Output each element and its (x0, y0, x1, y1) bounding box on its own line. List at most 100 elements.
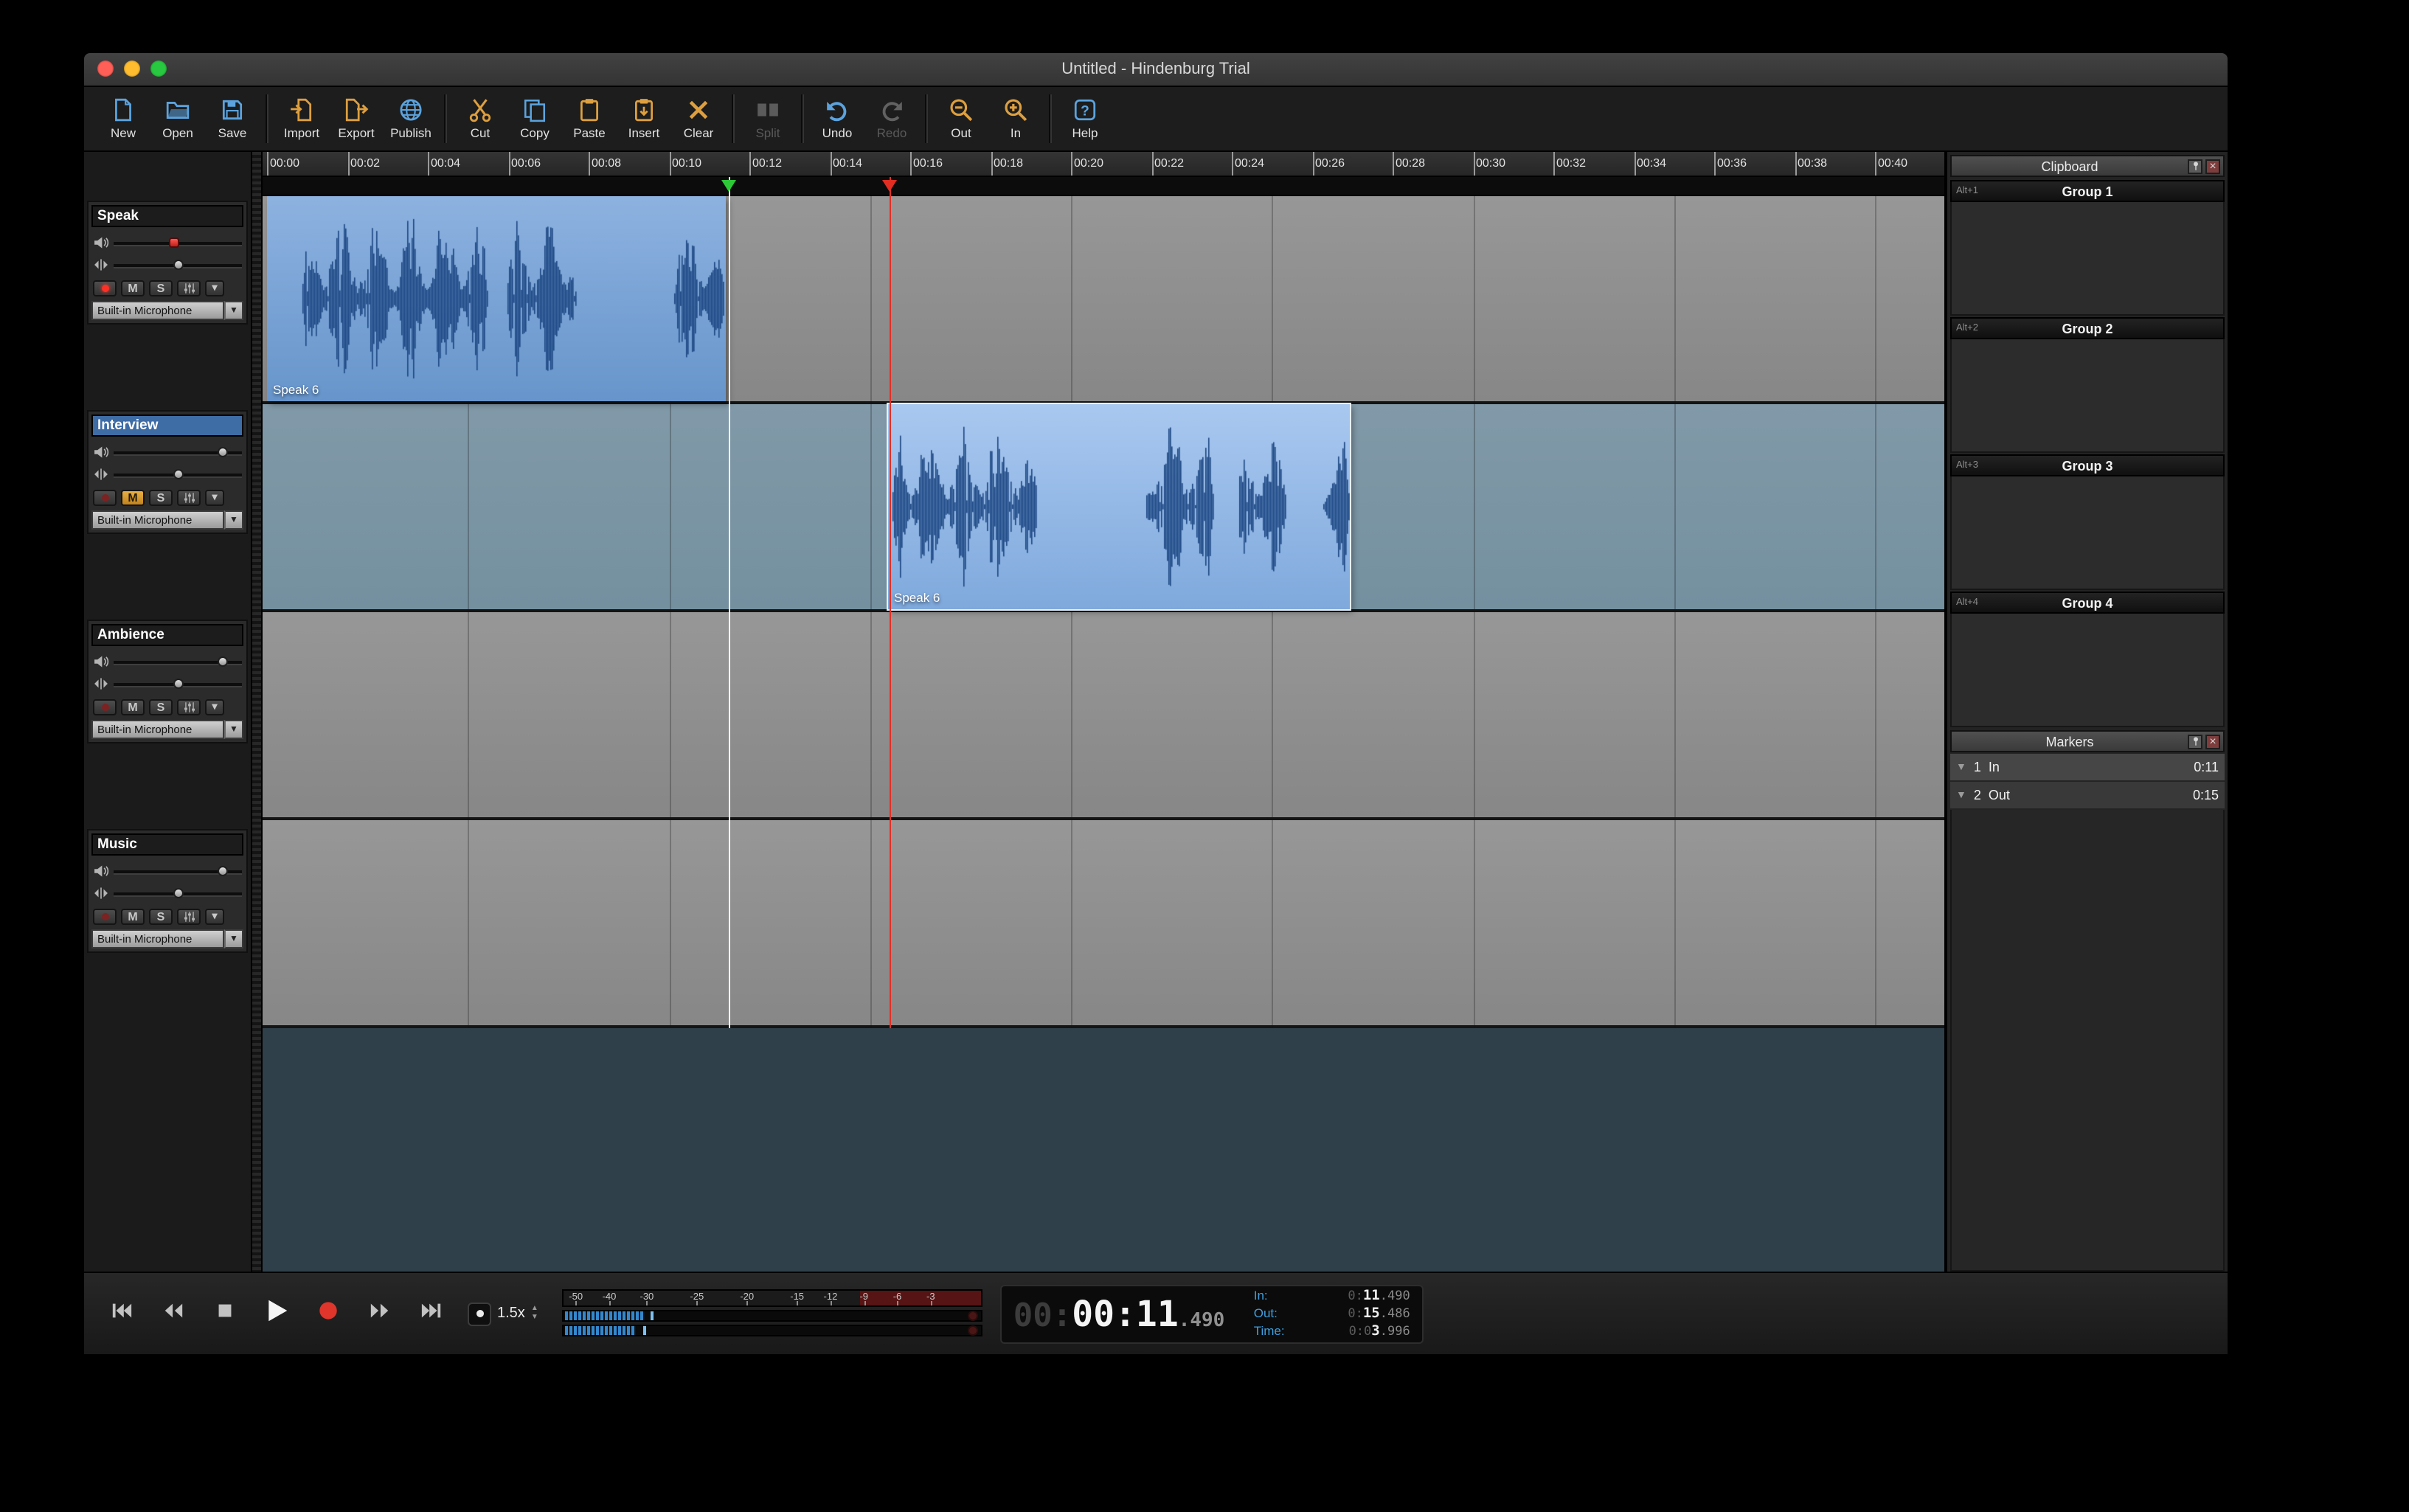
eq-button[interactable] (177, 280, 201, 296)
clipboard-group-body[interactable] (1950, 614, 2225, 727)
track-lane-speak[interactable]: Speak 6 (263, 196, 1944, 404)
marker-row[interactable]: ▼ 2 Out 0:15 (1950, 782, 2225, 810)
input-device-select[interactable]: Built-in Microphone ▼ (91, 510, 243, 530)
in-marker-icon[interactable] (721, 180, 737, 192)
volume-thumb[interactable] (217, 656, 228, 667)
timeline-area[interactable]: 00:00 00:02 00:04 00:06 00:08 00:10 00:1… (263, 152, 1944, 1272)
minimize-window-button[interactable] (124, 60, 140, 77)
toolbar-redo-button[interactable]: Redo (864, 89, 919, 149)
stepper-down-icon[interactable]: ▼ (531, 1314, 538, 1322)
pan-thumb[interactable] (173, 260, 183, 270)
track-name-label[interactable]: Interview (91, 415, 243, 437)
volume-thumb[interactable] (168, 237, 179, 248)
clipboard-group-header[interactable]: Alt+2 Group 2 (1950, 317, 2225, 339)
volume-slider[interactable] (114, 863, 242, 879)
track-lane-interview[interactable]: Speak 6 (263, 403, 1944, 612)
zoom-window-button[interactable] (150, 60, 167, 77)
time-ruler[interactable]: 00:00 00:02 00:04 00:06 00:08 00:10 00:1… (263, 152, 1944, 177)
pin-icon[interactable] (2188, 734, 2202, 749)
clipboard-group-header[interactable]: Alt+1 Group 1 (1950, 180, 2225, 202)
solo-button[interactable]: S (149, 280, 173, 296)
record-button[interactable] (311, 1297, 344, 1330)
pan-thumb[interactable] (173, 469, 183, 479)
disclosure-icon[interactable]: ▼ (1956, 762, 1966, 772)
marker-lane[interactable] (263, 177, 1944, 196)
speed-stepper[interactable]: ▲ ▼ (531, 1305, 538, 1322)
toolbar-export-button[interactable]: Export (329, 89, 384, 149)
toolbar-open-button[interactable]: Open (150, 89, 205, 149)
track-name-label[interactable]: Music (91, 833, 243, 856)
eq-button[interactable] (177, 908, 201, 924)
titlebar[interactable]: Untitled - Hindenburg Trial (84, 53, 2228, 87)
disclosure-icon[interactable]: ▼ (1956, 790, 1966, 800)
record-arm-button[interactable] (93, 908, 117, 924)
mute-button[interactable]: M (121, 908, 145, 924)
pan-thumb[interactable] (173, 679, 183, 689)
stop-button[interactable] (208, 1297, 240, 1330)
pan-slider[interactable] (114, 466, 242, 482)
pan-slider[interactable] (114, 885, 242, 901)
track-lane-music[interactable] (263, 820, 1944, 1028)
fast-forward-button[interactable] (363, 1297, 395, 1330)
toolbar-out-button[interactable]: Out (934, 89, 988, 149)
close-window-button[interactable] (97, 60, 114, 77)
volume-thumb[interactable] (217, 866, 228, 876)
toolbar-in-button[interactable]: In (988, 89, 1043, 149)
toolbar-paste-button[interactable]: Paste (562, 89, 617, 149)
pan-thumb[interactable] (173, 888, 183, 898)
play-button[interactable] (260, 1297, 292, 1330)
toolbar-new-button[interactable]: New (96, 89, 150, 149)
volume-slider[interactable] (114, 235, 242, 251)
go-to-end-button[interactable] (415, 1297, 447, 1330)
playhead-line[interactable] (729, 177, 731, 1028)
toolbar-clear-button[interactable]: Clear (671, 89, 726, 149)
toolbar-insert-button[interactable]: Insert (617, 89, 671, 149)
toolbar-copy-button[interactable]: Copy (507, 89, 562, 149)
input-device-select[interactable]: Built-in Microphone ▼ (91, 929, 243, 949)
toolbar-import-button[interactable]: Import (274, 89, 329, 149)
out-marker-icon[interactable] (881, 180, 897, 192)
track-options-button[interactable]: ▾ (205, 489, 224, 505)
record-arm-button[interactable] (93, 698, 117, 715)
speed-toggle-button[interactable] (468, 1302, 491, 1325)
toolbar-save-button[interactable]: Save (205, 89, 260, 149)
go-to-start-button[interactable] (105, 1297, 137, 1330)
mute-button[interactable]: M (121, 698, 145, 715)
panel-resize-gutter[interactable] (251, 152, 263, 1272)
clipboard-group-header[interactable]: Alt+4 Group 4 (1950, 592, 2225, 614)
track-name-label[interactable]: Ambience (91, 624, 243, 646)
toolbar-undo-button[interactable]: Undo (810, 89, 864, 149)
toolbar-publish-button[interactable]: Publish (384, 89, 438, 149)
audio-clip[interactable]: Speak 6 (267, 196, 726, 401)
marker-row[interactable]: ▼ 1 In 0:11 (1950, 754, 2225, 782)
volume-slider[interactable] (114, 444, 242, 460)
clipboard-group-header[interactable]: Alt+3 Group 3 (1950, 454, 2225, 476)
close-icon[interactable]: × (2205, 159, 2220, 173)
stepper-up-icon[interactable]: ▲ (531, 1305, 538, 1313)
pan-slider[interactable] (114, 257, 242, 273)
pan-slider[interactable] (114, 676, 242, 692)
track-options-button[interactable]: ▾ (205, 908, 224, 924)
track-options-button[interactable]: ▾ (205, 280, 224, 296)
toolbar-cut-button[interactable]: Cut (453, 89, 507, 149)
volume-slider[interactable] (114, 653, 242, 670)
record-arm-button[interactable] (93, 280, 117, 296)
record-arm-button[interactable] (93, 489, 117, 505)
eq-button[interactable] (177, 489, 201, 505)
clipboard-group-body[interactable] (1950, 339, 2225, 453)
rewind-button[interactable] (156, 1297, 189, 1330)
solo-button[interactable]: S (149, 489, 173, 505)
track-lane-ambience[interactable] (263, 612, 1944, 820)
track-options-button[interactable]: ▾ (205, 698, 224, 715)
pin-icon[interactable] (2188, 159, 2202, 173)
input-device-select[interactable]: Built-in Microphone ▼ (91, 720, 243, 739)
clipboard-group-body[interactable] (1950, 202, 2225, 316)
mute-button[interactable]: M (121, 489, 145, 505)
clipboard-group-body[interactable] (1950, 476, 2225, 590)
close-icon[interactable]: × (2205, 734, 2220, 749)
eq-button[interactable] (177, 698, 201, 715)
track-name-label[interactable]: Speak (91, 205, 243, 227)
toolbar-help-button[interactable]: ? Help (1058, 89, 1112, 149)
audio-clip[interactable]: Speak 6 (887, 403, 1351, 611)
volume-thumb[interactable] (217, 447, 228, 457)
